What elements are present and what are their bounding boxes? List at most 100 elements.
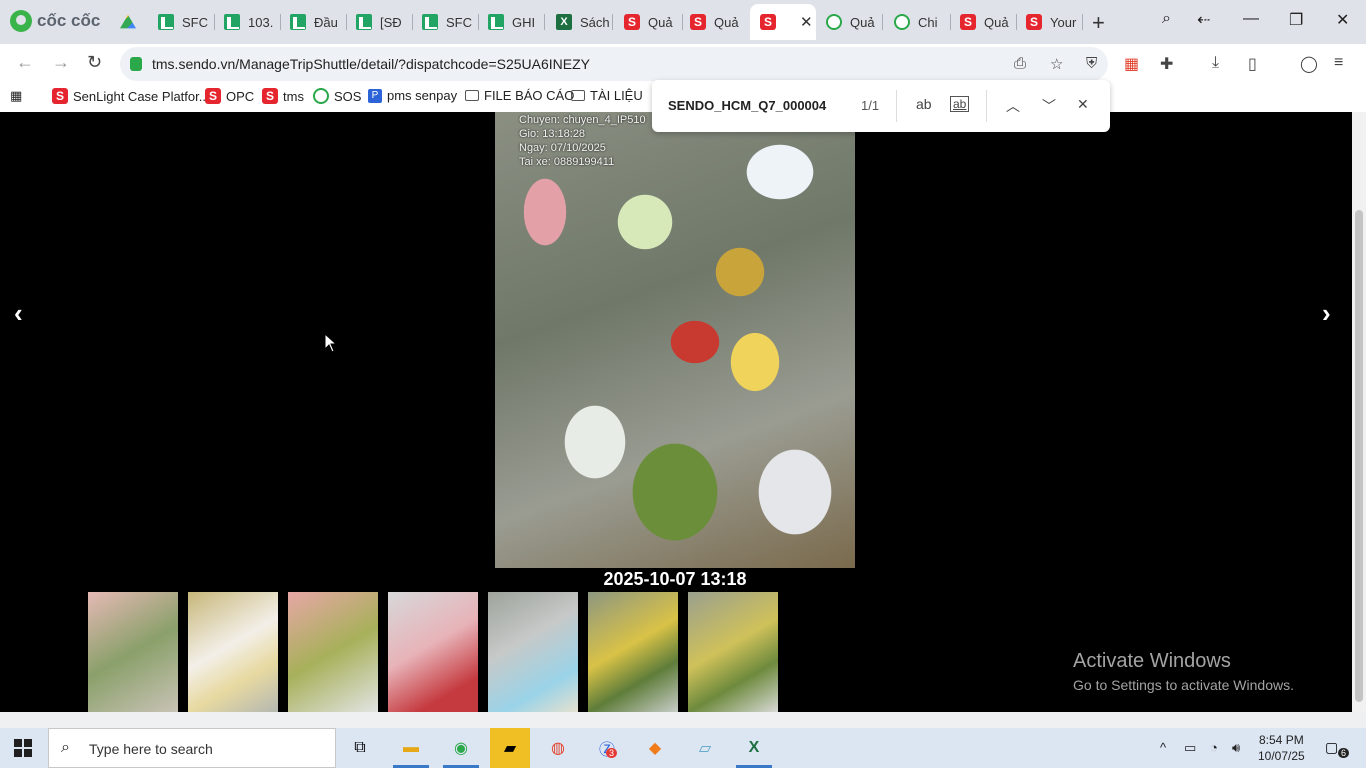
google-sheets-icon [422, 14, 438, 30]
bookmark-star-icon[interactable]: ☆ [1050, 55, 1063, 73]
sticky-notes-icon[interactable]: ▰ [490, 728, 530, 768]
tab-7[interactable]: X Sách [546, 4, 610, 40]
sidebar-toggle-icon[interactable]: ▯ [1248, 54, 1257, 74]
volume-icon[interactable]: 🔊︎ [1232, 740, 1240, 756]
tab-5[interactable]: SFC [412, 4, 476, 40]
bookmark-senlight[interactable]: S SenLight Case Platfor... [52, 88, 210, 104]
restore-icon[interactable]: ❐ [1289, 10, 1303, 30]
tab-separator [1082, 14, 1083, 30]
site-security-icon[interactable] [130, 57, 142, 71]
bookmark-pms-senpay[interactable]: Ppms senpay [368, 88, 457, 103]
extensions-puzzle-icon[interactable]: ✚ [1160, 54, 1173, 74]
task-view-icon[interactable]: ⧉ [345, 734, 375, 762]
previous-match-chevron-up-icon[interactable]: ︿ [1006, 96, 1020, 116]
show-hidden-icons-chevron-up-icon[interactable]: ^ [1160, 740, 1166, 755]
thumbnail[interactable] [88, 592, 178, 712]
windows-start-icon[interactable] [14, 739, 32, 757]
reload-icon[interactable]: ↻ [87, 52, 102, 73]
thumbnail[interactable] [488, 592, 578, 712]
tab-12[interactable]: Chi [884, 4, 948, 40]
address-bar[interactable]: tms.sendo.vn/ManageTripShuttle/detail/?d… [120, 47, 1108, 81]
file-explorer-icon[interactable]: ▬ [396, 734, 426, 762]
url-text[interactable]: tms.sendo.vn/ManageTripShuttle/detail/?d… [152, 56, 590, 72]
tab-13[interactable]: S Quả [950, 4, 1014, 40]
google-drive-icon[interactable] [120, 14, 136, 29]
tab-active[interactable]: S ✕ [750, 4, 816, 40]
menu-icon[interactable]: ≡ [1334, 54, 1343, 72]
tab-4[interactable]: [SĐ [346, 4, 410, 40]
bookmark-sos[interactable]: SOS [313, 88, 361, 104]
download-icon[interactable]: ⤓ [1212, 54, 1219, 72]
sos-icon [826, 14, 842, 30]
photo-caption: 2025-10-07 13:18 [603, 569, 747, 589]
clock-time: 8:54 PM [1259, 733, 1304, 747]
excel-taskbar-icon[interactable]: X [739, 734, 769, 762]
system-clock[interactable]: 8:54 PM 10/07/25 [1258, 732, 1305, 764]
coccoc-taskbar-icon[interactable]: ◉ [446, 734, 476, 762]
thumbnail[interactable] [688, 592, 778, 712]
tab-2[interactable]: 103. [214, 4, 278, 40]
sendo-icon: S [760, 14, 776, 30]
tab-label: Quả [714, 14, 739, 30]
next-image-button[interactable]: › [1322, 298, 1331, 329]
scrollbar-thumb[interactable] [1355, 210, 1363, 702]
notification-center-icon[interactable]: ▢ [1325, 739, 1338, 756]
prev-image-button[interactable]: ‹ [14, 298, 23, 329]
forward-arrow-icon[interactable]: → [52, 52, 70, 73]
sendo-icon: S [690, 14, 706, 30]
mouse-cursor-icon [324, 333, 338, 353]
tab-9[interactable]: S Quả [680, 4, 744, 40]
profile-icon[interactable]: ◯ [1300, 54, 1318, 74]
thumbnail[interactable] [588, 592, 678, 712]
bookmark-folder-tai-lieu[interactable]: TÀI LIỆU [571, 88, 643, 103]
tab-1[interactable]: SFC [148, 4, 212, 40]
tab-8[interactable]: S Quả [614, 4, 678, 40]
tab-3[interactable]: Đầu [280, 4, 344, 40]
tab-label: Đầu [314, 14, 338, 30]
battery-icon[interactable]: ▭ [1184, 740, 1196, 756]
new-tab-plus-icon[interactable]: + [1092, 10, 1105, 36]
taskbar-search[interactable]: ⌕ Type here to search [48, 728, 336, 768]
notepad-icon[interactable]: ▱ [690, 734, 720, 762]
thumbnail[interactable] [188, 592, 278, 712]
whole-word-button[interactable]: ab [950, 96, 970, 112]
next-match-chevron-down-icon[interactable]: ﹀ [1042, 96, 1056, 116]
bookmark-tms[interactable]: Stms [262, 88, 304, 104]
watermark-title: Activate Windows [1073, 650, 1231, 672]
back-history-icon[interactable]: ⇠ [1197, 10, 1210, 30]
browser-logo[interactable]: cốc cốc [10, 10, 100, 32]
bookmark-folder-bao-cao[interactable]: FILE BÁO CÁO [465, 88, 574, 103]
match-case-button[interactable]: ab [916, 96, 932, 112]
find-in-page-icon[interactable]: ⎙ [1014, 55, 1026, 72]
back-arrow-icon[interactable]: ← [16, 52, 34, 73]
bookmark-label: TÀI LIỆU [590, 88, 643, 103]
wifi-icon[interactable]: ◔ [1210, 740, 1218, 755]
delivery-photo[interactable]: Chuyen: chuyen_4_IP510 Gio: 13:18:28 Nga… [495, 112, 855, 568]
sendo-icon: S [960, 14, 976, 30]
adblock-shield-icon[interactable]: ⛨ [1086, 55, 1097, 72]
tab-separator [544, 14, 545, 30]
tab-close-icon[interactable]: ✕ [800, 13, 813, 31]
tab-11[interactable]: Quả [816, 4, 880, 40]
minimize-icon[interactable]: — [1243, 10, 1259, 28]
tab-6[interactable]: GHI [478, 4, 542, 40]
chrome-icon[interactable]: ◍ [543, 734, 573, 762]
find-input[interactable]: SENDO_HCM_Q7_000004 [668, 98, 826, 113]
google-sheets-icon [290, 14, 306, 30]
close-find-icon[interactable]: ✕ [1077, 96, 1089, 113]
tab-14[interactable]: S Your [1016, 4, 1082, 40]
bookmark-label: SenLight Case Platfor... [73, 88, 210, 104]
tab-label: Chi [918, 14, 938, 30]
apps-grid-icon[interactable]: ▦ [10, 88, 22, 104]
close-window-icon[interactable]: ✕ [1336, 10, 1349, 30]
extension-icon[interactable]: ▦ [1124, 54, 1139, 74]
google-sheets-icon [356, 14, 372, 30]
app-icon[interactable]: ◆ [640, 734, 670, 762]
page-scrollbar[interactable] [1352, 112, 1366, 712]
thumbnail[interactable] [388, 592, 478, 712]
notification-count: 6 [1338, 748, 1350, 758]
bookmark-opc[interactable]: S OPC [205, 88, 254, 104]
taskbar-search-placeholder[interactable]: Type here to search [89, 741, 213, 757]
tab-search-icon[interactable]: ⌕ [1162, 10, 1171, 28]
thumbnail[interactable] [288, 592, 378, 712]
